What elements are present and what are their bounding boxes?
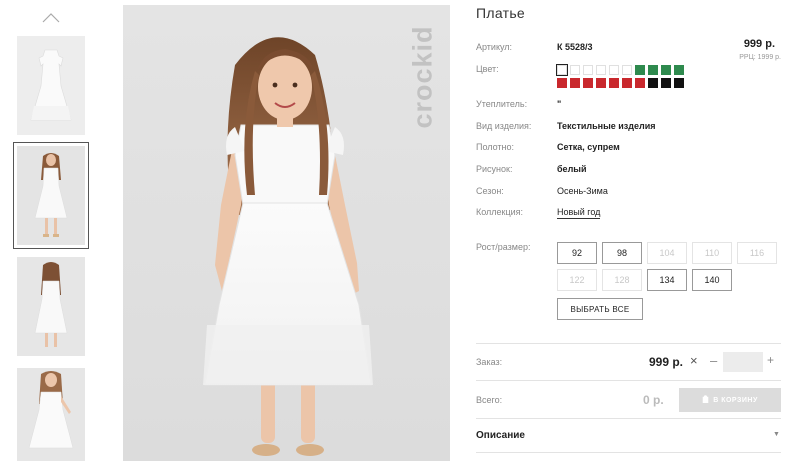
collection-link[interactable]: Новый год — [557, 207, 601, 219]
attribute-label: Вид изделия: — [476, 121, 532, 131]
color-swatch[interactable] — [596, 65, 606, 75]
thumbnail-girl-back[interactable] — [17, 257, 85, 356]
chevron-down-icon[interactable]: ▼ — [773, 431, 780, 438]
attribute-value: Осень-Зима — [557, 186, 608, 196]
color-swatch[interactable] — [661, 65, 671, 75]
cart-icon — [702, 395, 709, 405]
color-swatch[interactable] — [583, 78, 593, 88]
color-swatch[interactable] — [635, 65, 645, 75]
add-to-cart-label: В КОРЗИНУ — [713, 396, 758, 404]
description-toggle[interactable]: Описание — [476, 430, 525, 441]
attribute-value: Текстильные изделия — [557, 121, 656, 131]
product-main-image: crockid — [123, 5, 450, 461]
color-swatch[interactable] — [609, 65, 619, 75]
size-option[interactable]: 134 — [647, 269, 687, 291]
chevron-up-icon[interactable] — [39, 8, 63, 28]
attribute-label: Утеплитель: — [476, 99, 528, 109]
color-swatch[interactable] — [648, 65, 658, 75]
color-swatch[interactable] — [648, 78, 658, 88]
attribute-pattern: Рисунок: белый — [476, 164, 781, 178]
size-option[interactable]: 140 — [692, 269, 732, 291]
color-swatch[interactable] — [556, 64, 568, 76]
attribute-item-type: Вид изделия: Текстильные изделия — [476, 121, 781, 135]
color-swatch[interactable] — [674, 78, 684, 88]
color-swatch[interactable] — [609, 78, 619, 88]
attribute-fabric: Полотно: Сетка, супрем — [476, 142, 781, 156]
color-swatch[interactable] — [570, 65, 580, 75]
divider — [476, 418, 781, 419]
color-swatch[interactable] — [622, 65, 632, 75]
attribute-label: Рисунок: — [476, 164, 513, 174]
size-option[interactable]: 92 — [557, 242, 597, 264]
size-label: Рост/размер: — [476, 242, 531, 252]
select-all-sizes-button[interactable]: ВЫБРАТЬ ВСЕ — [557, 298, 643, 320]
attribute-season: Сезон: Осень-Зима — [476, 186, 781, 200]
thumbnail-girl-pose[interactable] — [17, 368, 85, 461]
thumbnail-girl-front[interactable] — [13, 142, 89, 249]
attribute-label: Артикул: — [476, 42, 513, 52]
color-swatch[interactable] — [596, 78, 606, 88]
attribute-label: Цвет: — [476, 64, 499, 74]
size-option: 122 — [557, 269, 597, 291]
color-swatch[interactable] — [635, 78, 645, 88]
multiply-icon: × — [690, 353, 698, 368]
attribute-value: белый — [557, 164, 587, 174]
add-to-cart-button[interactable]: В КОРЗИНУ — [679, 388, 781, 412]
product-title: Платье — [476, 5, 526, 21]
attribute-collection: Коллекция: Новый год — [476, 207, 781, 221]
quantity-input[interactable] — [723, 352, 763, 372]
attribute-value: " — [557, 99, 562, 109]
attribute-value: К 5528/3 — [557, 42, 593, 52]
color-swatch[interactable] — [622, 78, 632, 88]
quantity-increment-button[interactable]: + — [767, 353, 774, 367]
size-option: 104 — [647, 242, 687, 264]
color-swatch[interactable] — [661, 78, 671, 88]
color-swatch[interactable] — [570, 78, 580, 88]
color-swatch[interactable] — [557, 78, 567, 88]
size-option: 116 — [737, 242, 777, 264]
total-label: Всего: — [476, 395, 503, 405]
size-option: 128 — [602, 269, 642, 291]
attribute-label: Полотно: — [476, 142, 515, 152]
total-value: 0 р. — [643, 393, 664, 407]
size-option[interactable]: 98 — [602, 242, 642, 264]
attribute-label: Сезон: — [476, 186, 504, 196]
color-swatch[interactable] — [583, 65, 593, 75]
thumbnail-gallery — [12, 0, 90, 461]
order-price: 999 р. — [649, 355, 684, 369]
divider — [476, 380, 781, 381]
divider — [476, 452, 781, 453]
attribute-article: Артикул: К 5528/3 — [476, 42, 781, 56]
size-option: 110 — [692, 242, 732, 264]
attribute-label: Коллекция: — [476, 207, 524, 217]
attribute-value: Сетка, супрем — [557, 142, 620, 152]
quantity-decrement-button[interactable]: – — [710, 353, 717, 368]
brand-text: crockid — [407, 25, 438, 129]
brand-watermark: crockid — [408, 18, 438, 136]
divider — [476, 343, 781, 344]
order-label: Заказ: — [476, 357, 503, 367]
color-swatch[interactable] — [674, 65, 684, 75]
product-info-panel: Платье 999 р. РРЦ: 1999 р. Артикул: К 55… — [476, 0, 781, 461]
attribute-insulation: Утеплитель: " — [476, 99, 781, 113]
thumbnail-dress-front[interactable] — [17, 36, 85, 135]
